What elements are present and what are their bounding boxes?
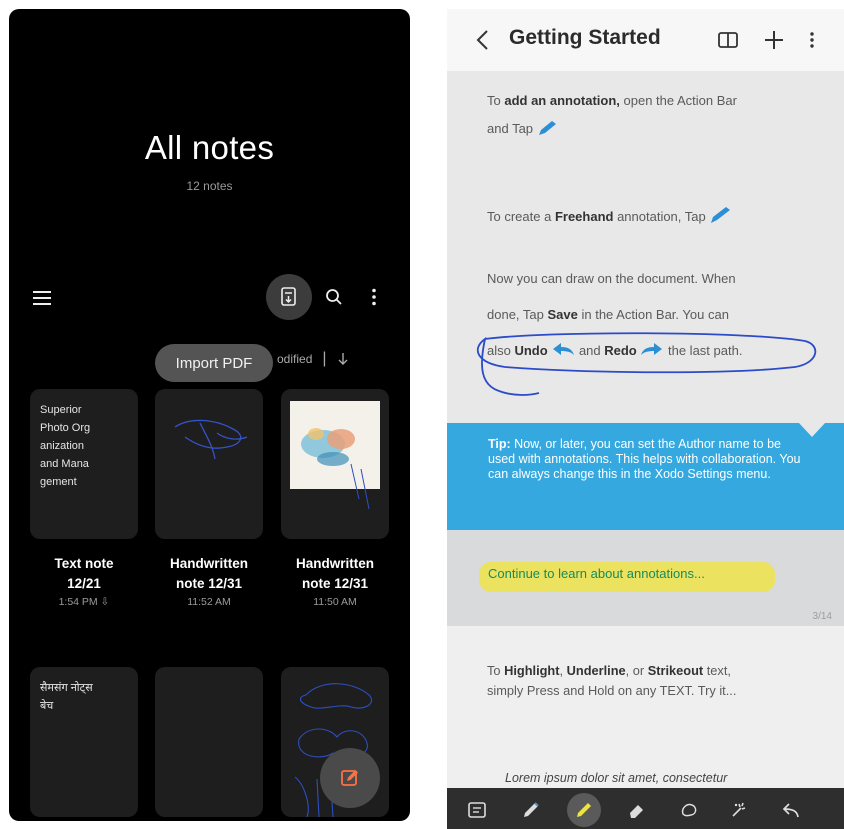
freehand-pen-icon xyxy=(711,207,731,223)
text: open the Action Bar xyxy=(619,93,737,108)
text-box-tool[interactable] xyxy=(463,796,491,824)
continue-link[interactable]: Continue to learn about annotations... xyxy=(488,566,705,581)
note-card-hindi[interactable]: सैमसंग नोट्स बेच xyxy=(30,667,138,817)
undo-tool[interactable] xyxy=(777,796,805,824)
more-vertical-icon xyxy=(372,288,376,306)
pdf-viewer-screen: Getting Started To add an annotation, op… xyxy=(447,9,844,829)
page-number: 3/14 xyxy=(812,611,832,622)
book-view-button[interactable] xyxy=(715,27,741,53)
search-icon xyxy=(326,289,342,305)
text-bold: add an annotation, xyxy=(504,93,620,108)
freehand-instructions: To create a Freehand annotation, Tap xyxy=(487,203,817,231)
text: in the Action Bar. You can xyxy=(577,307,729,322)
note-date: note 12/31 xyxy=(175,576,243,591)
new-note-button[interactable] xyxy=(320,748,380,808)
back-button[interactable] xyxy=(473,27,493,53)
text-bold: Strikeout xyxy=(647,663,704,678)
note-time: 11:50 AM xyxy=(313,596,357,608)
note-title: Handwritten xyxy=(295,556,374,571)
note-card-handwritten-2[interactable] xyxy=(281,389,389,539)
eraser-icon xyxy=(630,805,643,818)
note-count: 12 notes xyxy=(186,179,233,193)
annotation-instructions: To add an annotation, open the Action Ba… xyxy=(487,87,817,143)
highlighter-tool[interactable] xyxy=(567,793,601,827)
document-title: Getting Started xyxy=(509,26,661,49)
text-bold: Save xyxy=(547,307,578,322)
plus-icon xyxy=(765,31,783,49)
text: annotation, Tap xyxy=(613,209,706,224)
notes-app-screen: All notes 12 notes odified | Import PDF … xyxy=(9,9,410,821)
sort-label: odified xyxy=(277,352,313,366)
note-card-handwritten-1[interactable] xyxy=(155,389,263,539)
import-pdf-tooltip: Import PDF xyxy=(155,344,273,382)
text: Now, or later, you can set the Author na… xyxy=(488,437,801,481)
chevron-left-icon xyxy=(476,30,488,50)
ink-icon xyxy=(681,803,697,817)
text-bold: Highlight xyxy=(504,663,560,678)
text-bold: Freehand xyxy=(554,209,614,224)
screenshot-stage: All notes 12 notes odified | Import PDF … xyxy=(0,0,844,829)
import-pdf-icon xyxy=(281,287,296,306)
text: text, xyxy=(703,663,731,678)
note-label: Handwritten note 12/31 11:50 AM xyxy=(275,554,395,610)
watercolor-image xyxy=(290,401,380,510)
note-title: Handwritten xyxy=(169,556,248,571)
undo-icon xyxy=(782,803,799,818)
magic-pen-icon xyxy=(732,802,746,817)
text: and Tap xyxy=(487,121,534,136)
more-options-button[interactable] xyxy=(803,27,821,53)
handwriting-sketch xyxy=(174,419,248,460)
note-card-text[interactable]: Superior Photo Org anization and Mana ge… xyxy=(30,389,138,539)
lorem-text: Lorem ipsum dolor sit amet, consectetur xyxy=(505,771,728,785)
import-pdf-button[interactable] xyxy=(266,274,312,320)
text: Now you can draw on the document. When xyxy=(487,271,736,286)
tip-label: Tip: xyxy=(488,437,511,451)
text-box-icon xyxy=(468,802,486,818)
more-options-button[interactable] xyxy=(361,282,387,312)
text: , or xyxy=(625,663,648,678)
page-title: All notes xyxy=(144,129,275,166)
new-note-pen-icon xyxy=(341,770,358,786)
note-date: note 12/31 xyxy=(301,576,369,591)
hamburger-menu-icon[interactable] xyxy=(29,285,55,311)
text: done, Tap xyxy=(487,307,548,322)
arrow-down-icon[interactable] xyxy=(337,352,349,366)
note-preview-text: Superior Photo Org anization and Mana ge… xyxy=(40,404,91,488)
note-preview-text: सैमसंग नोट्स बेच xyxy=(40,682,93,712)
text: , xyxy=(559,663,567,678)
note-time: 11:52 AM xyxy=(187,596,231,608)
ink-tool[interactable] xyxy=(675,796,703,824)
add-button[interactable] xyxy=(761,27,787,53)
highlight-instructions: To Highlight, Underline, or Strikeout te… xyxy=(487,661,827,701)
magic-pen-tool[interactable] xyxy=(725,796,753,824)
pen-tool[interactable] xyxy=(517,796,545,824)
tip-text: Tip: Now, or later, you can set the Auth… xyxy=(488,437,808,482)
pen-icon xyxy=(538,121,556,135)
sort-separator: | xyxy=(322,350,327,367)
text-bold: Underline xyxy=(566,663,626,678)
more-vertical-icon xyxy=(810,32,814,48)
text: simply Press and Hold on any TEXT. Try i… xyxy=(487,683,737,698)
book-icon xyxy=(718,32,738,48)
note-time: 1:54 PM ⇩ xyxy=(58,596,110,608)
sort-control[interactable]: odified | xyxy=(277,350,349,368)
note-title: Text note xyxy=(54,556,114,571)
text: To create a xyxy=(487,209,555,224)
pen-icon xyxy=(524,802,539,817)
note-label: Handwritten note 12/31 11:52 AM xyxy=(149,554,269,610)
note-date: 12/21 xyxy=(67,576,101,591)
note-card-blank[interactable] xyxy=(155,667,263,817)
freehand-ink-loop xyxy=(476,332,817,396)
text: To xyxy=(487,93,505,108)
highlighter-icon xyxy=(577,803,591,817)
note-label: Text note 12/21 1:54 PM ⇩ xyxy=(24,554,144,610)
search-button[interactable] xyxy=(319,282,349,312)
eraser-tool[interactable] xyxy=(623,796,651,824)
tip-notch xyxy=(799,423,825,437)
text: To xyxy=(487,663,505,678)
